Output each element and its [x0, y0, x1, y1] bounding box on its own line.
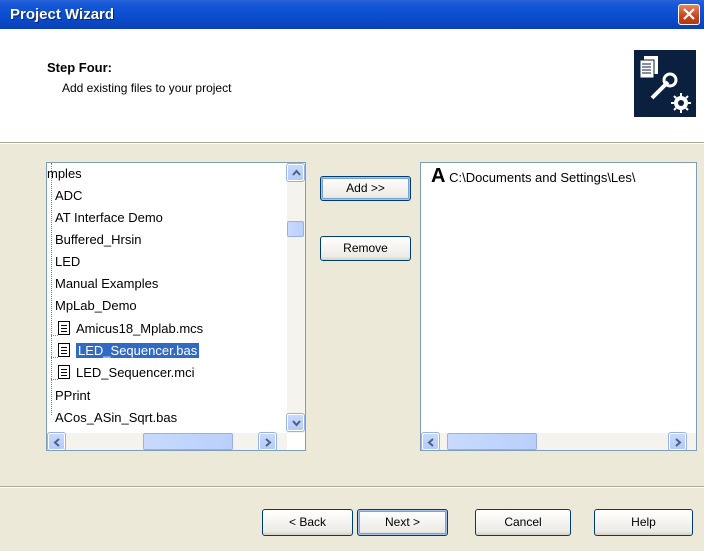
- chevron-left-icon: [53, 438, 60, 447]
- tree-item[interactable]: Buffered_Hrsin: [55, 229, 141, 251]
- chevron-right-icon: [265, 438, 272, 447]
- vertical-scrollbar[interactable]: [286, 163, 305, 433]
- next-button[interactable]: Next >: [357, 509, 448, 536]
- tree-item[interactable]: Amicus18_Mplab.mcs: [58, 318, 203, 340]
- file-type-icon: A: [431, 165, 446, 187]
- tree-item-selected[interactable]: LED_Sequencer.bas: [58, 340, 200, 362]
- chevron-up-icon: [292, 169, 301, 176]
- scroll-up-button[interactable]: [286, 163, 305, 182]
- tree-item[interactable]: AT Interface Demo: [55, 207, 163, 229]
- tree-item[interactable]: ACos_ASin_Sqrt.bas: [55, 407, 177, 429]
- file-icon: [58, 321, 70, 336]
- chevron-down-icon: [292, 420, 301, 427]
- add-button[interactable]: Add >>: [320, 176, 411, 201]
- step-title: Step Four:: [47, 60, 112, 75]
- close-icon: [683, 8, 695, 20]
- cancel-button[interactable]: Cancel: [475, 509, 571, 536]
- scroll-thumb[interactable]: [287, 221, 304, 237]
- file-icon: [58, 343, 70, 358]
- tree-item[interactable]: Manual Examples: [55, 273, 158, 295]
- remove-button[interactable]: Remove: [320, 236, 411, 261]
- chevron-left-icon: [427, 438, 434, 447]
- tree-item[interactable]: ADC: [55, 185, 82, 207]
- tree-item[interactable]: mples: [47, 163, 82, 185]
- scroll-thumb[interactable]: [143, 433, 233, 450]
- scroll-thumb[interactable]: [447, 433, 537, 450]
- chevron-right-icon: [675, 438, 682, 447]
- scroll-right-button[interactable]: [258, 432, 277, 450]
- tree-item[interactable]: LED: [55, 251, 80, 273]
- scroll-left-button[interactable]: [421, 432, 440, 450]
- file-icon: [58, 365, 70, 380]
- wizard-icon: [634, 50, 696, 117]
- scroll-down-button[interactable]: [286, 413, 305, 432]
- horizontal-scrollbar[interactable]: [421, 432, 696, 450]
- scroll-left-button[interactable]: [47, 432, 66, 450]
- available-files-tree[interactable]: mples ADC AT Interface Demo Buffered_Hrs…: [46, 162, 306, 451]
- scroll-right-button[interactable]: [668, 432, 687, 450]
- tree-item[interactable]: MpLab_Demo: [55, 295, 137, 317]
- project-files-list[interactable]: A C:\Documents and Settings\Les\: [420, 162, 697, 451]
- window-title: Project Wizard: [10, 6, 115, 23]
- tree-item[interactable]: LED_Sequencer.mci: [58, 362, 195, 384]
- horizontal-scrollbar[interactable]: [47, 432, 287, 450]
- help-button[interactable]: Help: [594, 509, 693, 536]
- close-button[interactable]: [678, 4, 700, 25]
- wizard-header: Step Four: Add existing files to your pr…: [0, 29, 704, 142]
- back-button[interactable]: < Back: [262, 509, 353, 536]
- step-description: Add existing files to your project: [62, 81, 232, 95]
- tree-item[interactable]: PPrint: [55, 385, 90, 407]
- list-item[interactable]: A C:\Documents and Settings\Les\: [431, 165, 636, 187]
